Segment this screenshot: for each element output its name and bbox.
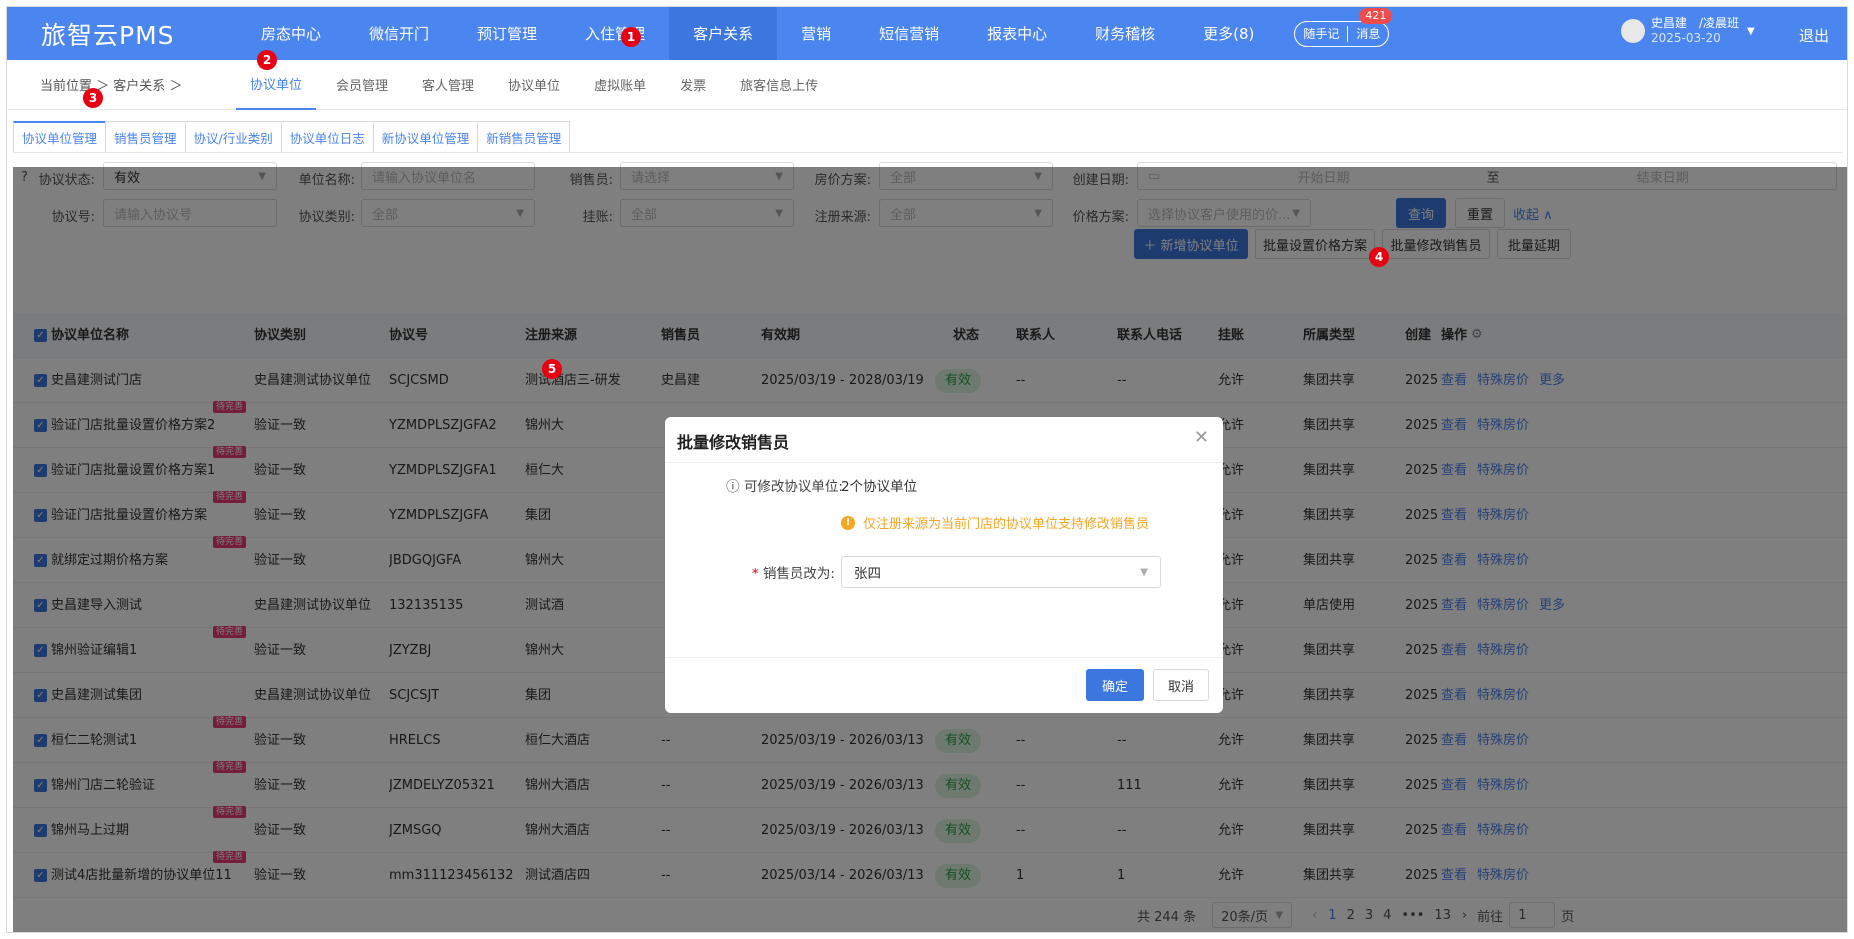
user-name: 史昌建 /凌晨班: [1651, 16, 1740, 30]
editable-units-value: 2个协议单位: [841, 479, 918, 495]
help-icon: ⓘ: [726, 479, 744, 495]
user-date: 2025-03-20: [1651, 31, 1721, 45]
annotation-badge: 3: [83, 88, 103, 108]
page-tab[interactable]: 新协议单位管理: [372, 121, 479, 152]
sub-tabs: 协议单位 会员管理 客人管理 协议单位 虚拟账单 发票 旅客信息上传: [233, 60, 835, 110]
page-tabs: 协议单位管理 销售员管理 协议/行业类别 协议单位日志 新协议单位管理 新销售员管理: [13, 121, 1843, 153]
top-menu-item[interactable]: 营销: [777, 7, 855, 60]
warning-message: ! 仅注册来源为当前门店的协议单位支持修改销售员: [841, 513, 1149, 532]
batch-edit-sales-dialog: 批量修改销售员 ✕ ⓘ 可修改协议单位: 2个协议单位 ! 仅注册来源为当前门店的…: [665, 417, 1223, 713]
chevron-down-icon: ▼: [1747, 25, 1755, 37]
sub-tab[interactable]: 协议单位: [494, 60, 574, 110]
sub-navigation: 当前位置 ＞ 客户关系 ＞ 协议单位 会员管理 客人管理 协议单位 虚拟账单 发票 旅客信息…: [7, 60, 1847, 110]
confirm-button[interactable]: 确定: [1086, 669, 1144, 701]
sales-field-label: * 销售员改为:: [725, 562, 835, 582]
quick-note-button[interactable]: 随手记: [1295, 25, 1347, 42]
top-menu-item[interactable]: 微信开门: [345, 7, 453, 60]
editable-units-label-text: 可修改协议单位:: [743, 479, 843, 495]
breadcrumb: 当前位置 ＞ 客户关系 ＞: [40, 79, 183, 94]
divider: [665, 657, 1223, 658]
annotation-badge: 4: [1369, 247, 1389, 267]
sub-tab[interactable]: 客人管理: [408, 60, 488, 110]
page-tab[interactable]: 协议单位管理: [13, 121, 107, 152]
annotation-badge: 1: [621, 27, 641, 47]
annotation-badge: 2: [257, 50, 277, 70]
app-logo: 旅智云PMS: [41, 20, 175, 50]
top-menu-item[interactable]: 房态中心: [237, 7, 345, 60]
dialog-title: 批量修改销售员: [677, 433, 790, 452]
user-menu[interactable]: 史昌建 /凌晨班 2025-03-20 ▼: [1621, 16, 1755, 46]
sales-select[interactable]: 张四 ▼: [841, 556, 1161, 588]
top-menu-item[interactable]: 财务稽核: [1071, 7, 1179, 60]
page-tab[interactable]: 协议/行业类别: [184, 121, 282, 152]
top-menu-item[interactable]: 预订管理: [453, 7, 561, 60]
quick-actions: 随手记 消息 421: [1294, 7, 1393, 47]
sub-tab[interactable]: 协议单位: [236, 60, 317, 110]
sub-tab[interactable]: 虚拟账单: [580, 60, 660, 110]
top-menu-item[interactable]: 短信营销: [855, 7, 963, 60]
top-menu-item[interactable]: 更多(8): [1179, 7, 1278, 60]
message-button[interactable]: 消息: [1348, 25, 1388, 42]
top-menu-item[interactable]: 报表中心: [963, 7, 1071, 60]
annotation-badge: 5: [542, 359, 562, 379]
page-tab[interactable]: 销售员管理: [105, 121, 186, 152]
logout-button[interactable]: 退出: [1799, 25, 1829, 46]
sub-tab[interactable]: 旅客信息上传: [726, 60, 832, 110]
top-menu-item[interactable]: 入住管理: [561, 7, 669, 60]
main-menu: 房态中心 微信开门 预订管理 入住管理 客户关系 营销 短信营销 报表中心 财务稽核 更多(8): [237, 7, 1278, 60]
top-menu-item[interactable]: 客户关系: [669, 7, 778, 60]
close-icon[interactable]: ✕: [1194, 427, 1209, 448]
top-navigation: 旅智云PMS 房态中心 微信开门 预订管理 入住管理 客户关系 营销 短信营销 报表中心 财务稽…: [7, 7, 1847, 60]
message-count-badge: 421: [1359, 7, 1393, 24]
divider: [665, 462, 1223, 463]
avatar: [1621, 19, 1645, 43]
sub-tab[interactable]: 会员管理: [322, 60, 402, 110]
warning-icon: !: [841, 515, 855, 530]
sales-select-value: 张四: [854, 566, 881, 582]
chevron-down-icon: ▼: [1140, 566, 1148, 578]
page-tab[interactable]: 新销售员管理: [477, 121, 571, 152]
cancel-button[interactable]: 取消: [1153, 669, 1209, 701]
required-mark: *: [751, 566, 763, 582]
sales-field-label-text: 销售员改为:: [762, 566, 835, 582]
warning-text: 仅注册来源为当前门店的协议单位支持修改销售员: [863, 517, 1150, 532]
sub-tab[interactable]: 发票: [666, 60, 720, 110]
app-window: 旅智云PMS 房态中心 微信开门 预订管理 入住管理 客户关系 营销 短信营销 报表中心 财务稽…: [6, 6, 1848, 933]
page-tab[interactable]: 协议单位日志: [280, 121, 374, 152]
editable-units-label: ⓘ 可修改协议单位:: [705, 475, 843, 495]
